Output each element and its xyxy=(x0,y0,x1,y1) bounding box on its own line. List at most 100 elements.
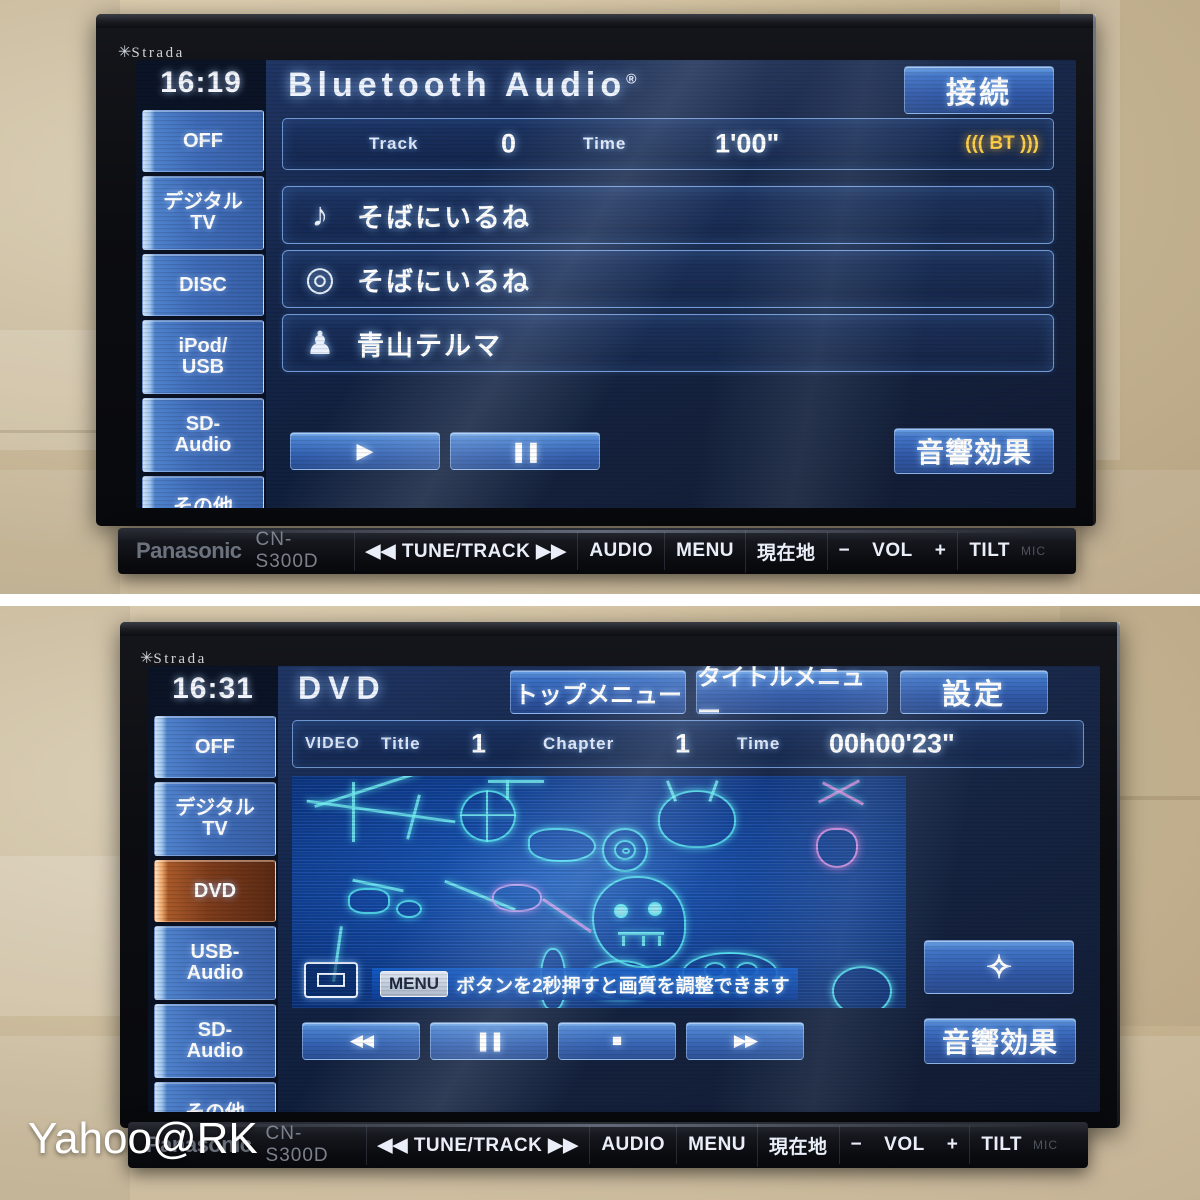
volume-label: VOL xyxy=(872,540,913,561)
registered-mark: ® xyxy=(626,70,637,87)
model-label: CN-S300D xyxy=(265,1123,329,1166)
dvd-info-bar: VIDEO Title 1 Chapter 1 Time 00h00'23" xyxy=(292,720,1084,768)
menu-button[interactable]: MENU xyxy=(676,1126,757,1164)
metadata-row-album[interactable]: ◎ そばにいるね xyxy=(282,250,1054,308)
volume-down-button[interactable]: − xyxy=(826,532,862,570)
source-rail: 16:19 OFF デジタル TV DISC iPod/ USB SD- Aud… xyxy=(136,60,266,508)
sidebar-item-other[interactable]: その他 xyxy=(142,476,264,508)
play-button[interactable]: ▶ xyxy=(290,432,440,470)
menu-button[interactable]: MENU xyxy=(664,532,745,570)
unit-edge-highlight xyxy=(1093,14,1096,526)
fast-forward-button[interactable]: ▶▶ xyxy=(686,1022,804,1060)
sidebar-item-label: iPod/ xyxy=(178,335,228,357)
settings-button[interactable]: 設定 xyxy=(900,670,1048,714)
volume-up-button[interactable]: + xyxy=(936,1126,970,1164)
playback-info-bar: Track 0 Time 1'00" ((( BT ))) xyxy=(282,118,1054,170)
stop-button[interactable]: ■ xyxy=(558,1022,676,1060)
pause-button[interactable]: ❚❚ xyxy=(450,432,600,470)
menu-key-badge: MENU xyxy=(380,971,449,997)
tune-track-label: TUNE/TRACK xyxy=(413,1134,543,1156)
sound-effect-button[interactable]: 音響効果 xyxy=(924,1018,1076,1064)
unit-top-edge xyxy=(96,14,1096,28)
sidebar-item-label: DVD xyxy=(193,879,237,902)
time-value: 00h00'23" xyxy=(829,728,955,759)
connect-button[interactable]: 接続 xyxy=(904,66,1054,114)
sidebar-item-label: その他 xyxy=(173,495,233,508)
direction-pad-button[interactable]: ✧ xyxy=(924,940,1074,994)
bluetooth-status-icon: ((( BT ))) xyxy=(965,133,1039,154)
sidebar-item-off[interactable]: OFF xyxy=(154,716,276,778)
pause-button[interactable]: ❚❚ xyxy=(430,1022,548,1060)
diamond-arrows-icon: ✧ xyxy=(985,949,1013,985)
metadata-row-song[interactable]: ♪ そばにいるね xyxy=(282,186,1054,244)
model-label: CN-S300D xyxy=(255,529,319,572)
current-location-button[interactable]: 現在地 xyxy=(745,529,827,573)
track-label: Track xyxy=(369,134,419,153)
title-row: DVD トップメニュー タイトルメニュー 設定 xyxy=(278,666,1100,726)
sidebar-item-digital-tv[interactable]: デジタル TV xyxy=(142,176,264,250)
prev-icon: ◀◀ xyxy=(377,1134,409,1156)
mic-label: MIC xyxy=(1021,544,1046,558)
metadata-row-artist[interactable]: ♟ 青山テルマ xyxy=(282,314,1054,372)
sidebar-item-sd-audio[interactable]: SD- Audio xyxy=(142,398,264,472)
tilt-button[interactable]: TILT xyxy=(957,532,1021,570)
audio-button[interactable]: AUDIO xyxy=(589,1126,676,1164)
next-icon: ▶▶ xyxy=(536,540,567,562)
sidebar-item-label: DISC xyxy=(179,273,227,296)
sidebar-item-digital-tv[interactable]: デジタル TV xyxy=(154,782,276,856)
sidebar-item-label: SD- xyxy=(197,1019,233,1041)
sidebar-item-label2: Audio xyxy=(186,1040,244,1062)
volume-up-button[interactable]: + xyxy=(924,532,958,570)
play-icon: ▶ xyxy=(356,438,374,463)
chapter-label: Chapter xyxy=(543,734,615,753)
sidebar-item-ipod-usb[interactable]: iPod/ USB xyxy=(142,320,264,394)
album-title: そばにいるね xyxy=(357,266,531,297)
volume-down-button[interactable]: − xyxy=(838,1126,874,1164)
photo-panel-bluetooth-audio: ✳Strada 16:19 OFF デジタル TV DISC iPod/ USB… xyxy=(0,0,1200,594)
sidebar-item-label2: USB xyxy=(181,356,225,378)
current-location-button[interactable]: 現在地 xyxy=(757,1123,839,1167)
audio-button[interactable]: AUDIO xyxy=(577,532,664,570)
sound-effect-button[interactable]: 音響効果 xyxy=(894,428,1054,474)
tune-track-button[interactable]: ◀◀ TUNE/TRACK ▶▶ xyxy=(365,1125,590,1165)
dvd-video-area[interactable]: MENU ボタンを2秒押すと画質を調整できます xyxy=(292,776,906,1008)
sidebar-item-usb-audio[interactable]: USB- Audio xyxy=(154,926,276,1000)
pause-icon: ❚❚ xyxy=(510,440,541,463)
sidebar-item-disc[interactable]: DISC xyxy=(142,254,264,316)
sidebar-item-off[interactable]: OFF xyxy=(142,110,264,172)
video-caption: MENU ボタンを2秒押すと画質を調整できます xyxy=(372,968,798,1000)
tilt-button[interactable]: TILT xyxy=(969,1126,1033,1164)
time-value: 1'00" xyxy=(715,128,780,159)
rewind-button[interactable]: ◀◀ xyxy=(302,1022,420,1060)
rewind-icon: ◀◀ xyxy=(349,1031,374,1050)
strip-highlight xyxy=(166,1124,1050,1127)
title-row: Bluetooth Audio® 接続 xyxy=(266,60,1076,116)
clock: 16:19 xyxy=(160,66,242,99)
strada-star-icon: ✳ xyxy=(140,650,154,667)
prev-icon: ◀◀ xyxy=(365,540,397,562)
strada-star-icon: ✳ xyxy=(118,44,132,61)
title-label: Title xyxy=(381,734,421,753)
artist-icon: ♟ xyxy=(305,325,335,361)
sidebar-item-label2: TV xyxy=(202,818,228,840)
screen-size-icon[interactable] xyxy=(304,962,358,998)
sidebar-item-sd-audio[interactable]: SD- Audio xyxy=(154,1004,276,1078)
main-content-bluetooth: Bluetooth Audio® 接続 Track 0 Time 1'00" (… xyxy=(266,60,1076,508)
sidebar-item-dvd[interactable]: DVD xyxy=(154,860,276,922)
sidebar-item-other[interactable]: その他 xyxy=(154,1082,276,1112)
panel-divider xyxy=(0,594,1200,606)
tune-track-button[interactable]: ◀◀ TUNE/TRACK ▶▶ xyxy=(353,531,578,571)
fast-forward-icon: ▶▶ xyxy=(733,1031,758,1050)
watermark: Yahoo@RK xyxy=(28,1114,258,1163)
video-mode-label: VIDEO xyxy=(305,735,360,752)
strip-highlight xyxy=(156,530,1038,533)
strada-logo: ✳Strada xyxy=(140,650,207,667)
chapter-value: 1 xyxy=(675,728,691,759)
title-menu-button[interactable]: タイトルメニュー xyxy=(696,666,888,726)
unit-top-edge xyxy=(120,622,1120,636)
page-title: DVD xyxy=(298,670,387,706)
top-menu-button[interactable]: トップメニュー xyxy=(510,670,686,714)
sidebar-item-label: USB- xyxy=(190,941,240,963)
brand-logo: Panasonic xyxy=(136,538,242,563)
sidebar-item-label: その他 xyxy=(185,1102,245,1112)
